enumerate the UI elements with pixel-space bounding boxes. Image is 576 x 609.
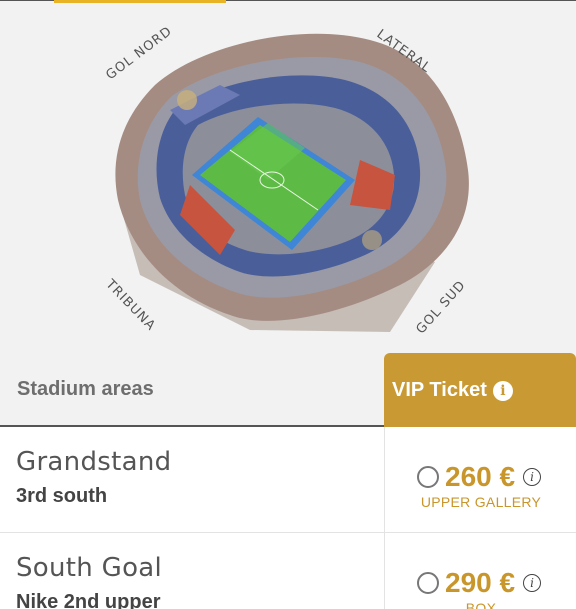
stadium-areas-heading: Stadium areas [17, 378, 154, 400]
area-subtitle: Nike 2nd upper [16, 591, 161, 609]
area-name: South Goal [16, 553, 163, 583]
stadium-map[interactable]: GOL NORD LATERAL TRIBUNA GOL SUD [0, 0, 576, 355]
stadium-areas-table: Grandstand 3rd south 260 € i UPPER GALLE… [0, 427, 576, 609]
seat-category: UPPER GALLERY [420, 494, 542, 510]
area-subtitle: 3rd south [16, 485, 108, 507]
info-icon[interactable]: i [492, 380, 513, 401]
vip-ticket-tab[interactable]: VIP Ticket i [384, 353, 576, 427]
price-value: 290 € [445, 567, 516, 598]
price-cell[interactable]: 260 € i UPPER GALLERY [384, 427, 576, 533]
vip-ticket-text: VIP Ticket [392, 379, 487, 401]
stadium-map-graphic[interactable] [0, 0, 576, 355]
vip-ticket-label: VIP Ticket i [392, 379, 513, 402]
price-value: 260 € [445, 461, 516, 492]
info-icon[interactable]: i [523, 574, 542, 592]
radio-button[interactable] [417, 572, 439, 594]
radio-button[interactable] [417, 466, 439, 488]
info-icon[interactable]: i [523, 468, 542, 486]
table-row[interactable]: Grandstand 3rd south 260 € i UPPER GALLE… [0, 427, 576, 533]
price-option[interactable]: 290 € i [417, 567, 542, 599]
seat-category: BOX [465, 600, 497, 609]
table-row[interactable]: South Goal Nike 2nd upper 290 € i BOX [0, 533, 576, 609]
price-cell[interactable]: 290 € i BOX [384, 533, 576, 609]
area-name: Grandstand [16, 447, 172, 477]
price-option[interactable]: 260 € i [417, 461, 542, 493]
